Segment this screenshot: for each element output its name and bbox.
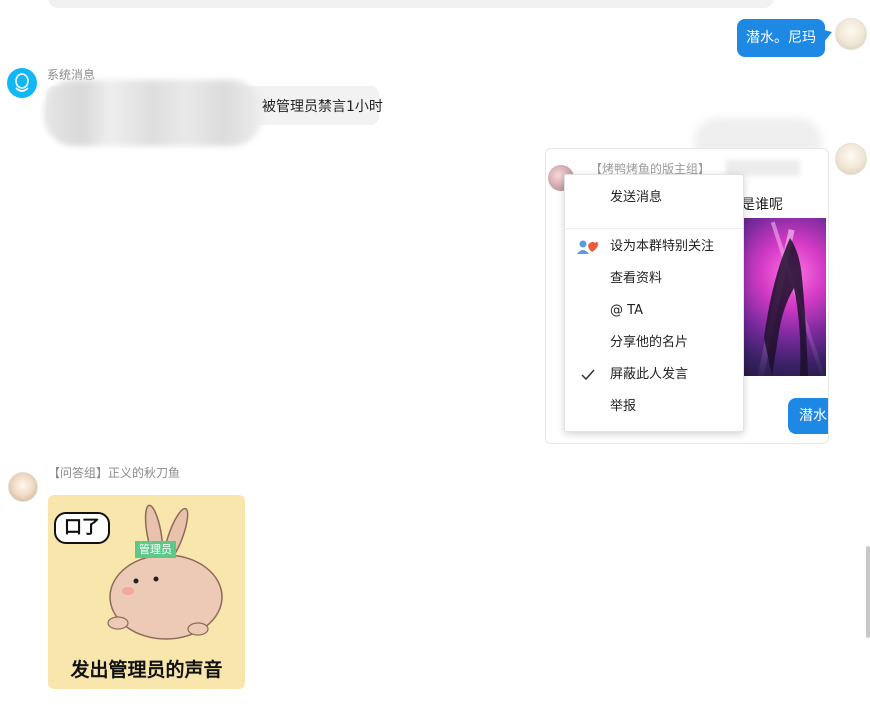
menu-item-label: 举报 — [610, 399, 637, 414]
my-avatar[interactable] — [835, 143, 867, 175]
menu-item-label: 屏蔽此人发言 — [610, 367, 689, 382]
admin-badge: 管理员 — [135, 541, 176, 558]
system-message-text: 被管理员禁言1小时 — [262, 99, 383, 115]
menu-item-block-user[interactable]: 屏蔽此人发言 — [565, 359, 743, 391]
menu-item-mention[interactable]: @ TA — [565, 295, 743, 327]
bubble-tail-icon — [824, 30, 832, 42]
menu-item-view-profile[interactable]: 查看资料 — [565, 263, 743, 295]
menu-item-report[interactable]: 举报 — [565, 391, 743, 423]
menu-separator — [565, 228, 743, 229]
previous-message-bubble — [48, 0, 774, 8]
menu-item-label: 分享他的名片 — [610, 335, 689, 350]
my-message-text: 潜水。尼玛 — [746, 30, 816, 46]
menu-item-label: @ TA — [610, 303, 643, 318]
menu-item-special-follow[interactable]: 设为本群特别关注 — [565, 231, 743, 263]
system-avatar[interactable] — [7, 68, 37, 98]
menu-item-label: 查看资料 — [610, 271, 663, 286]
my-avatar[interactable] — [835, 18, 867, 50]
menu-item-send-message[interactable]: 发送消息 — [565, 182, 743, 214]
check-icon — [581, 369, 595, 381]
anime-image[interactable] — [742, 218, 826, 376]
menu-item-share-card[interactable]: 分享他的名片 — [565, 327, 743, 359]
my-message-bubble[interactable]: 潜水 — [788, 398, 828, 434]
qq-penguin-icon — [15, 73, 29, 92]
menu-item-label: 发送消息 — [610, 190, 663, 205]
card-reply-text: 潜水 — [799, 408, 827, 424]
anime-figure-icon — [764, 238, 808, 376]
menu-item-label: 设为本群特别关注 — [610, 239, 715, 254]
rabbit-sticker[interactable]: 口了 管理员 发出管理员的声音 — [48, 495, 245, 689]
sticker-caption: 发出管理员的声音 — [70, 659, 223, 681]
qa-sender-name[interactable]: 【问答组】正义的秋刀鱼 — [48, 464, 180, 481]
context-menu: 发送消息 设为本群特别关注 查看资料 @ TA 分享他的名片 屏蔽此人发言 举报 — [564, 174, 744, 432]
special-follow-icon — [577, 240, 598, 254]
my-message-bubble[interactable]: 潜水。尼玛 — [737, 19, 825, 57]
scrollbar-thumb[interactable] — [866, 546, 870, 638]
redacted-name-blur — [44, 80, 262, 146]
card-message-text: 是谁呢 — [741, 197, 783, 213]
qa-user-avatar[interactable] — [8, 472, 38, 502]
